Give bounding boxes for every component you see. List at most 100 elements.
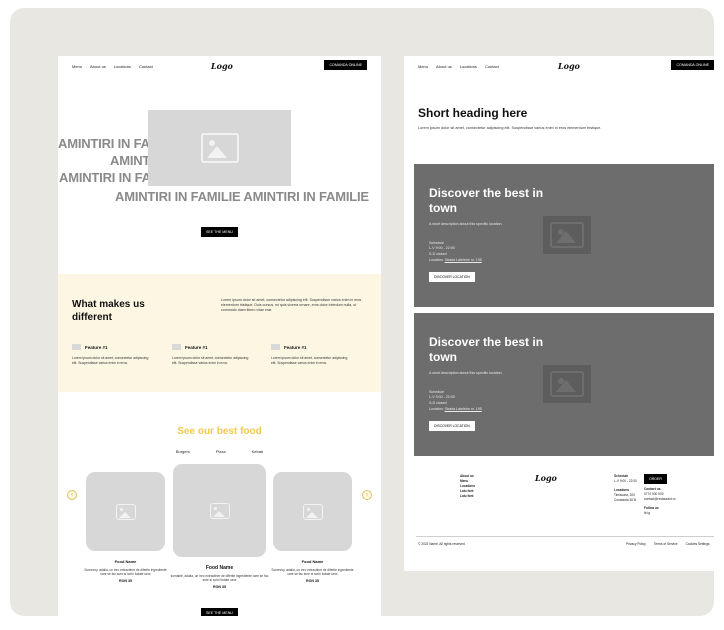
- logo[interactable]: Logo: [211, 61, 233, 71]
- location-card: Discover the best in town A short descri…: [414, 164, 714, 307]
- footer-schedule: Schedule L-V 9:00 - 22:00 Locations Timi…: [614, 474, 637, 503]
- see-menu-button-bottom[interactable]: SEE THE MENU: [201, 608, 238, 616]
- schedule-weekend: S-D closed: [429, 251, 447, 256]
- footer-link[interactable]: Lalu font: [460, 494, 473, 498]
- location-link[interactable]: Strada Lalelelor nr. 195: [445, 407, 482, 411]
- location-address: Location: Strada Lalelelor nr. 195: [429, 407, 482, 411]
- food-price: RON 35: [119, 579, 132, 583]
- tab-kebab[interactable]: Kebab: [252, 449, 264, 454]
- footer-follow-label: Follow us: [644, 506, 659, 510]
- feature-title: Feature #1: [85, 344, 108, 350]
- food-desc: Somevoy, adalia, un inro extractiner de …: [84, 568, 167, 577]
- feature-title: Feature #1: [185, 344, 208, 350]
- location-label: Location:: [429, 258, 444, 262]
- footer-order-button[interactable]: ORDER: [644, 474, 667, 484]
- nav-links: Menu About us Locations Contact: [418, 64, 499, 69]
- image-icon: [302, 503, 323, 520]
- nav-link-locations[interactable]: Locations: [114, 64, 131, 69]
- footer-links: About us Menu Locations Lalu font Lalu f…: [460, 474, 475, 499]
- image-icon: [200, 133, 239, 163]
- feature-image-icon: [172, 344, 181, 350]
- location-schedule: Schedule L-V 9:00 - 22:00 S-D closed: [429, 241, 455, 257]
- food-card-image[interactable]: [273, 472, 352, 551]
- order-online-button[interactable]: COMANDA ONLINE: [324, 60, 367, 70]
- carousel-prev-arrow-icon[interactable]: ‹: [67, 490, 77, 500]
- feature-card: Feature #1 Lorem ipsum dolor sit amet, c…: [172, 344, 254, 365]
- food-name: Food Name: [301, 559, 324, 564]
- footer-legal-links: Privacy Policy Terms of Service Cookies …: [626, 542, 710, 547]
- footer-link[interactable]: Locations: [460, 484, 475, 488]
- nav-link-contact[interactable]: Contact: [139, 64, 153, 69]
- food-card-image[interactable]: [86, 472, 165, 551]
- discover-location-button[interactable]: DISCOVER LOCATION: [429, 421, 475, 431]
- feature-text: Lorem ipsum dolor sit amet, consectetur …: [72, 356, 149, 365]
- right-nav: Menu About us Locations Contact Logo COM…: [404, 56, 714, 84]
- location-link[interactable]: Strada Lalelelor nr. 195: [445, 258, 482, 262]
- feature-card: Feature #1 Lorem ipsum dolor sit amet, c…: [72, 344, 154, 365]
- nav-link-contact[interactable]: Contact: [485, 64, 499, 69]
- footer-link[interactable]: About us: [460, 474, 474, 478]
- location-title: Discover the best in town: [429, 186, 544, 215]
- nav-link-locations[interactable]: Locations: [460, 64, 477, 69]
- location-image-placeholder: [543, 216, 591, 254]
- food-desc: somable, adalia, un inro extractiner de …: [170, 574, 269, 583]
- schedule-weekend: S-D closed: [429, 400, 447, 405]
- canvas-frame: Menu About us Locations Contact Logo COM…: [10, 8, 714, 616]
- food-price: RON 35: [213, 585, 226, 589]
- nav-link-menu[interactable]: Menu: [418, 64, 428, 69]
- footer-contact-label: Contact us: [644, 487, 661, 491]
- nav-link-about[interactable]: About us: [90, 64, 106, 69]
- logo[interactable]: Logo: [558, 61, 580, 71]
- feature-image-icon: [271, 344, 280, 350]
- food-name: Food Name: [205, 565, 234, 571]
- tab-burgers[interactable]: Burgers: [176, 449, 190, 454]
- food-section-title: See our best food: [177, 426, 262, 437]
- food-card-image[interactable]: [173, 464, 266, 557]
- cookies-link[interactable]: Cookies Settings: [686, 542, 710, 547]
- location-schedule: Schedule L-V 9:00 - 22:00 S-D closed: [429, 390, 455, 406]
- what-makes-us-different-section: What makes us different Lorem ipsum dolo…: [58, 274, 381, 392]
- image-icon: [209, 502, 230, 519]
- location-card: Discover the best in town A short descri…: [414, 313, 714, 456]
- footer-locations-label: Locations: [614, 488, 630, 492]
- footer-contact: Contact us 0770 000 000 contact@restaura…: [644, 487, 676, 516]
- privacy-policy-link[interactable]: Privacy Policy: [626, 542, 646, 547]
- footer-link[interactable]: Menu: [460, 479, 468, 483]
- footer-link[interactable]: Lalu font: [460, 489, 473, 493]
- right-page: Menu About us Locations Contact Logo COM…: [404, 56, 714, 571]
- feature-card: Feature #1 Lorem ipsum dolor sit amet, c…: [271, 344, 353, 365]
- footer-email[interactable]: contact@restaurant.ro: [644, 497, 676, 502]
- footer-logo[interactable]: Logo: [535, 473, 557, 483]
- footer-copyright: © 2023 Name. All rights reserved: [418, 542, 465, 546]
- location-description: A short description about this specific …: [429, 371, 503, 375]
- order-online-button[interactable]: COMANDA ONLINE: [671, 60, 714, 70]
- terms-link[interactable]: Terms of Service: [654, 542, 678, 547]
- see-menu-button[interactable]: SEE THE MENU: [201, 227, 238, 237]
- footer-location: Constanta 36 B: [614, 498, 636, 502]
- feature-title: Feature #1: [284, 344, 307, 350]
- nav-link-menu[interactable]: Menu: [72, 64, 82, 69]
- nav-link-about[interactable]: About us: [436, 64, 452, 69]
- food-desc: Somevoy, adalia, un inro extractiner de …: [271, 568, 354, 577]
- nav-links: Menu About us Locations Contact: [72, 64, 153, 69]
- location-image-placeholder: [543, 365, 591, 403]
- footer-schedule-label: Schedule: [614, 474, 629, 478]
- section-title: What makes us different: [72, 299, 145, 323]
- tab-pizza[interactable]: Pizza: [216, 449, 226, 454]
- left-nav: Menu About us Locations Contact Logo COM…: [58, 56, 381, 84]
- social-icons[interactable]: fb ig: [644, 511, 676, 516]
- feature-image-icon: [72, 344, 81, 350]
- image-icon: [550, 371, 584, 397]
- food-name: Food Name: [114, 559, 137, 564]
- carousel-next-arrow-icon[interactable]: ›: [362, 490, 372, 500]
- footer-divider: [416, 536, 714, 537]
- image-icon: [550, 222, 584, 248]
- image-icon: [115, 503, 136, 520]
- location-address: Location: Strada Lalelelor nr. 195: [429, 258, 482, 262]
- food-price: RON 35: [306, 579, 319, 583]
- hero-image-placeholder: [148, 110, 291, 186]
- section-text: Lorem ipsum dolor sit amet, consectetur …: [221, 298, 362, 312]
- location-title: Discover the best in town: [429, 335, 544, 364]
- discover-location-button[interactable]: DISCOVER LOCATION: [429, 272, 475, 282]
- footer-schedule-hours: L-V 9:00 - 22:00: [614, 479, 637, 483]
